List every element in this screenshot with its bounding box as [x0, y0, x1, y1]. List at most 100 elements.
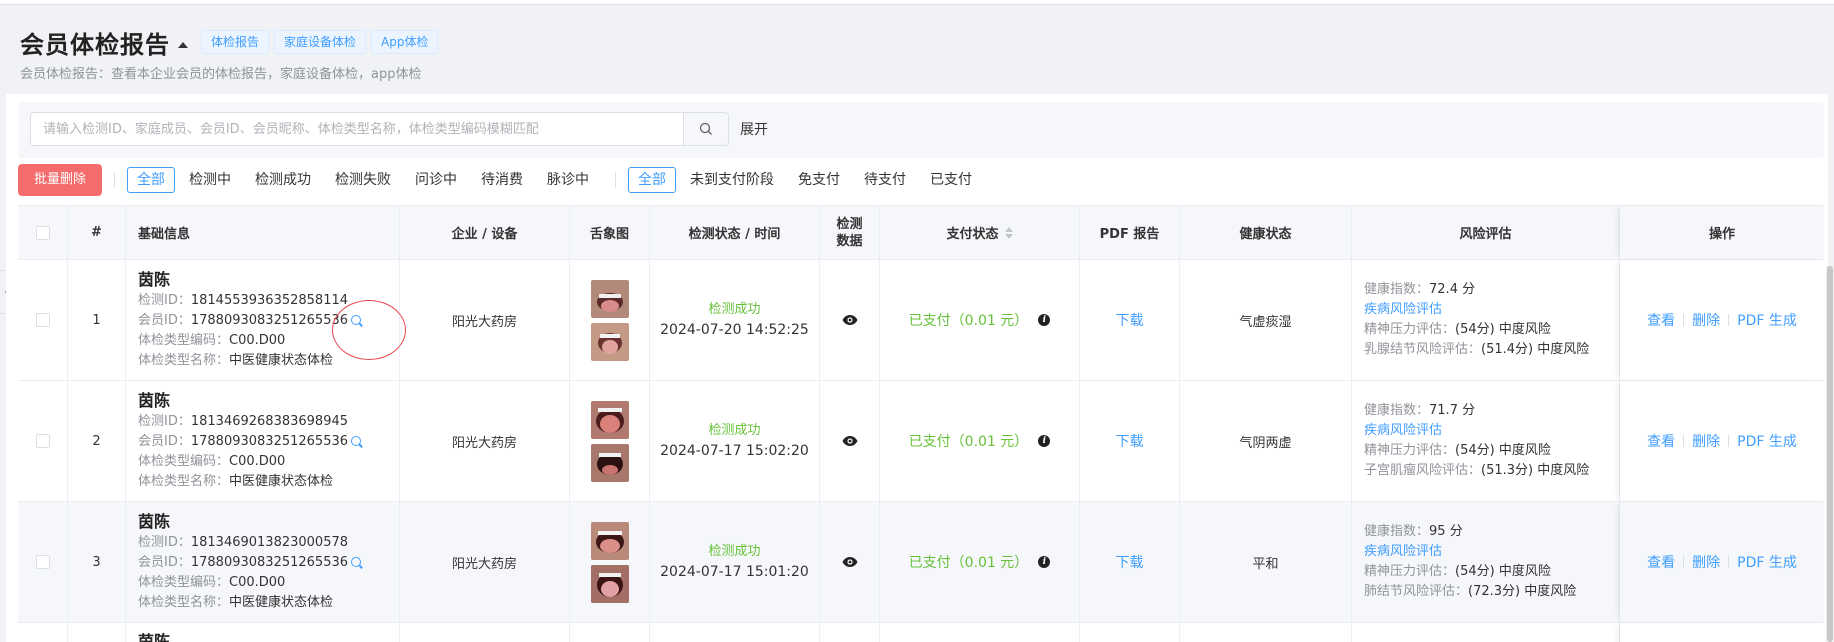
- detect-time: 2024-07-17 15:02:20: [660, 443, 809, 459]
- type-name-value: 中医健康状态体检: [229, 595, 334, 610]
- view-button[interactable]: 查看: [1647, 431, 1675, 451]
- tongue-photo-2[interactable]: [590, 322, 629, 361]
- type-name-label: 体检类型名称：: [138, 474, 230, 489]
- info-icon[interactable]: i: [1038, 556, 1051, 568]
- status-filter-success[interactable]: 检测成功: [245, 167, 321, 193]
- member-id-value: 1788093083251265536: [190, 313, 349, 328]
- detect-status: 检测成功: [708, 544, 761, 559]
- tongue-photo-1[interactable]: [590, 400, 629, 439]
- search-button[interactable]: [683, 112, 729, 146]
- pdf-generate-button[interactable]: PDF 生成: [1737, 310, 1797, 330]
- tongue-photo-2[interactable]: [590, 443, 629, 482]
- sort-icon[interactable]: [1004, 226, 1013, 239]
- table-row: 茵陈: [18, 623, 1824, 642]
- health-index-value: 95 分: [1429, 524, 1463, 539]
- disease-risk-link[interactable]: 疾病风险评估: [1364, 421, 1589, 441]
- health-status: [1180, 623, 1352, 642]
- type-code-value: C00.D00: [229, 333, 286, 348]
- status-filter-consulting[interactable]: 问诊中: [405, 167, 467, 193]
- divider: [1728, 435, 1730, 447]
- risk2-label: 乳腺结节风险评估：: [1364, 342, 1482, 357]
- member-id-label: 会员ID：: [138, 555, 191, 570]
- pdf-generate-button[interactable]: PDF 生成: [1737, 552, 1797, 572]
- scrollbar-thumb[interactable]: [1827, 266, 1833, 642]
- org-device: [400, 623, 570, 642]
- eye-icon[interactable]: [842, 435, 858, 447]
- tag-app-exam[interactable]: App体检: [371, 30, 439, 54]
- divider: [1683, 435, 1685, 447]
- download-link[interactable]: 下载: [1116, 310, 1144, 330]
- pay-status-cell: 已支付（0.01 元） i: [880, 381, 1080, 501]
- tongue-photo-2[interactable]: [590, 564, 629, 603]
- actions-cell: 查看 删除 PDF 生成: [1620, 502, 1824, 622]
- tag-exam-report[interactable]: 体检报告: [201, 30, 270, 54]
- row-index: [68, 623, 126, 642]
- risk-cell: 健康指数：71.7 分 疾病风险评估 精神压力评估：(54分) 中度风险 子宫肌…: [1352, 381, 1620, 501]
- status-filter-detecting[interactable]: 检测中: [179, 167, 241, 193]
- download-link[interactable]: 下载: [1116, 552, 1144, 572]
- type-code-label: 体检类型编码：: [138, 454, 230, 469]
- row-select-cell: [18, 502, 68, 622]
- member-name: 茵陈: [138, 512, 171, 531]
- page-title: 会员体检报告: [20, 30, 170, 59]
- pdf-cell: 下载: [1080, 260, 1180, 380]
- tag-home-device[interactable]: 家庭设备体检: [274, 30, 367, 54]
- tongue-photo-1[interactable]: [590, 521, 629, 560]
- status-filter-pending-consume[interactable]: 待消费: [471, 167, 533, 193]
- status-filter-all[interactable]: 全部: [127, 167, 176, 193]
- info-icon[interactable]: i: [1038, 435, 1051, 447]
- risk1-label: 精神压力评估：: [1364, 443, 1456, 458]
- expand-button[interactable]: 展开: [740, 119, 768, 139]
- header-risk-assessment: 风险评估: [1352, 206, 1620, 259]
- status-filter-failed[interactable]: 检测失败: [325, 167, 401, 193]
- info-icon[interactable]: i: [1038, 314, 1051, 326]
- search-input[interactable]: [30, 112, 684, 146]
- delete-button[interactable]: 删除: [1692, 431, 1720, 451]
- download-link[interactable]: 下载: [1116, 431, 1144, 451]
- table-row: 2 茵陈 检测ID：1813469268383698945 会员ID：17880…: [18, 381, 1824, 502]
- detect-id-label: 检测ID：: [138, 293, 191, 308]
- actions-cell: [1620, 623, 1824, 642]
- header-detect-data: 检测数据: [820, 206, 880, 259]
- delete-button[interactable]: 删除: [1692, 310, 1720, 330]
- header-pay-status[interactable]: 支付状态: [880, 206, 1080, 259]
- divider: [615, 172, 617, 188]
- row-checkbox[interactable]: [35, 313, 50, 327]
- caret-up-icon[interactable]: [178, 42, 188, 48]
- pay-filter-pending[interactable]: 待支付: [854, 167, 916, 193]
- pay-filter-paid[interactable]: 已支付: [920, 167, 982, 193]
- member-name: 茵陈: [138, 270, 171, 289]
- view-button[interactable]: 查看: [1647, 552, 1675, 572]
- disease-risk-link[interactable]: 疾病风险评估: [1364, 300, 1589, 320]
- page-header: 会员体检报告 体检报告 家庭设备体检 App体检: [20, 24, 439, 60]
- type-name-value: 中医健康状态体检: [229, 474, 334, 489]
- eye-icon[interactable]: [842, 314, 858, 326]
- risk2-value: (51.4分) 中度风险: [1481, 342, 1590, 357]
- pdf-generate-button[interactable]: PDF 生成: [1737, 431, 1797, 451]
- delete-button[interactable]: 删除: [1692, 552, 1720, 572]
- tongue-photo-1[interactable]: [590, 279, 629, 318]
- row-checkbox[interactable]: [35, 555, 50, 569]
- select-all-checkbox[interactable]: [35, 225, 50, 240]
- row-checkbox[interactable]: [35, 434, 50, 448]
- view-button[interactable]: 查看: [1647, 310, 1675, 330]
- eye-icon[interactable]: [842, 556, 858, 568]
- pay-status-cell: [880, 623, 1080, 642]
- type-name-value: 中医健康状态体检: [229, 353, 334, 368]
- tongue-images: [570, 623, 650, 642]
- status-filter-pulse[interactable]: 脉诊中: [537, 167, 599, 193]
- status-time-cell: 检测成功 2024-07-17 15:01:20: [650, 502, 820, 622]
- pay-filter-free[interactable]: 免支付: [788, 167, 850, 193]
- pay-filter-all[interactable]: 全部: [628, 167, 677, 193]
- pay-filter-not-yet[interactable]: 未到支付阶段: [680, 167, 784, 193]
- batch-delete-button[interactable]: 批量删除: [18, 164, 103, 196]
- vertical-scrollbar[interactable]: [1826, 266, 1834, 642]
- header-actions: 操作: [1620, 206, 1824, 259]
- search-member-icon[interactable]: [351, 557, 362, 567]
- detect-status: 检测成功: [708, 423, 761, 438]
- divider: [1683, 556, 1685, 568]
- row-select-cell: [18, 623, 68, 642]
- member-name: 茵陈: [138, 391, 171, 410]
- disease-risk-link[interactable]: 疾病风险评估: [1364, 542, 1576, 562]
- search-member-icon[interactable]: [351, 436, 362, 446]
